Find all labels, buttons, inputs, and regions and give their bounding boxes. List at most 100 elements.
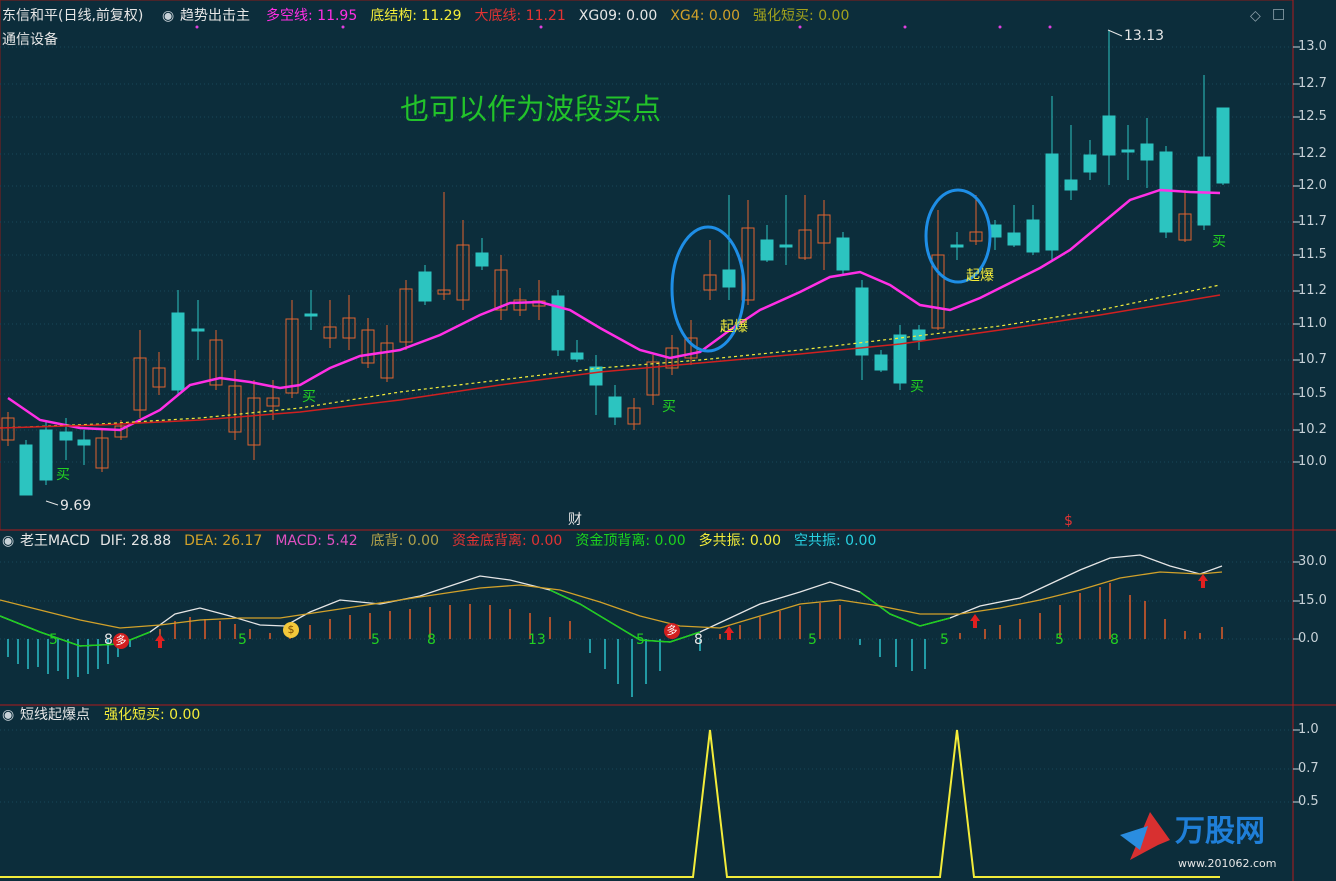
axis-tick-label: 15.0 [1298, 593, 1327, 608]
candle-body [608, 396, 622, 418]
chart-canvas[interactable] [0, 0, 1336, 881]
legend-item: 多共振: 0.00 [698, 533, 782, 549]
high-price-label: 13.13 [1124, 28, 1165, 44]
candle-body [191, 328, 205, 332]
signal-dot [341, 25, 345, 29]
duo-badge: 多 [113, 633, 129, 649]
legend-item: DIF: 28.88 [100, 533, 172, 549]
annotation-text: 也可以作为波段买点 [400, 92, 662, 126]
macd-count-label: 8 [427, 632, 436, 648]
candle-body [1140, 143, 1154, 161]
sub-legend-value: 0.00 [169, 707, 201, 723]
macd-count-label: 5 [371, 632, 380, 648]
signal-dot [195, 25, 199, 29]
money-bag-icon: $ [283, 622, 299, 638]
sub-name[interactable]: 短线起爆点 [20, 707, 90, 723]
candle-body [418, 271, 432, 302]
axis-tick-label: 10.0 [1298, 454, 1327, 469]
macd-collapse-icon[interactable]: ◉ [2, 533, 14, 549]
axis-tick-label: 1.0 [1298, 722, 1319, 737]
candle-body [19, 444, 33, 496]
candle-body [912, 329, 926, 341]
indicator-name[interactable]: 趋势出击主 [180, 8, 250, 24]
macd-count-label: 8 [1110, 632, 1119, 648]
axis-tick-label: 12.7 [1298, 76, 1327, 91]
candle-body [570, 352, 584, 360]
signal-dot [798, 25, 802, 29]
macd-count-label: 5 [49, 632, 58, 648]
boom-label: 起爆 [720, 319, 748, 335]
legend-item: 多空线: 11.95 [266, 8, 358, 24]
candle-body [1026, 219, 1040, 253]
legend-item: XG4: 0.00 [670, 8, 741, 24]
axis-tick-label: 0.0 [1298, 631, 1319, 646]
signal-dot [998, 25, 1002, 29]
period-label: (日线,前复权) [58, 8, 144, 24]
axis-tick-label: 30.0 [1298, 554, 1327, 569]
candle-body [77, 439, 91, 446]
legend-item: DEA: 26.17 [184, 533, 263, 549]
candle-body [1045, 153, 1059, 251]
candle-body [722, 269, 736, 288]
axis-tick-label: 12.5 [1298, 109, 1327, 124]
main-legend: 多空线: 11.95 底结构: 11.29 大底线: 11.21 XG09: 0.00… [266, 8, 862, 24]
up-arrow-icon [724, 626, 734, 640]
up-arrow-icon [970, 614, 980, 628]
legend-item: 底结构: 11.29 [370, 8, 462, 24]
legend-item: 大底线: 11.21 [474, 8, 566, 24]
candle-body [551, 295, 565, 351]
macd-count-label: 8 [104, 632, 113, 648]
axis-tick-label: 10.2 [1298, 422, 1327, 437]
finance-marker[interactable]: 财 [568, 512, 582, 528]
candle-body [59, 431, 73, 441]
sub-legend: 强化短买: 0.00 [104, 707, 201, 723]
maximize-icon[interactable]: □ [1272, 6, 1285, 22]
macd-count-label: 8 [694, 632, 703, 648]
indicator-collapse-icon[interactable]: ◉ [162, 8, 174, 24]
candle-body [1102, 115, 1116, 156]
axis-tick-label: 13.0 [1298, 39, 1327, 54]
chart-window[interactable]: 东信和平(日线,前复权) ◉ 趋势出击主 多空线: 11.95 底结构: 11.2… [0, 0, 1336, 881]
sub-legend-label: 强化短买 [104, 707, 160, 723]
diamond-icon[interactable]: ◇ [1250, 8, 1261, 24]
legend-item: 资金底背离: 0.00 [451, 533, 563, 549]
candle-body [39, 429, 53, 481]
watermark-brand: 万股网 [1175, 814, 1265, 849]
candle-body [304, 313, 318, 317]
candle-body [874, 354, 888, 371]
sub-collapse-icon[interactable]: ◉ [2, 707, 14, 723]
candle-body [1197, 156, 1211, 226]
axis-tick-label: 11.0 [1298, 316, 1327, 331]
up-arrow-icon [155, 634, 165, 648]
macd-count-label: 5 [1055, 632, 1064, 648]
buy-label: 买 [662, 399, 676, 415]
boom-signal-line [0, 729, 1220, 878]
axis-tick-label: 11.2 [1298, 283, 1327, 298]
axis-tick-label: 11.5 [1298, 247, 1327, 262]
candle-body [1159, 151, 1173, 233]
candle-body [1216, 107, 1230, 184]
candle-body [589, 366, 603, 386]
macd-count-label: 13 [528, 632, 546, 648]
axis-tick-label: 0.5 [1298, 794, 1319, 809]
legend-item: XG09: 0.00 [578, 8, 658, 24]
signal-dot [539, 25, 543, 29]
candle-body [855, 287, 869, 356]
axis-tick-label: 12.2 [1298, 146, 1327, 161]
dividend-marker[interactable]: $ [1064, 513, 1073, 529]
axis-tick-label: 11.7 [1298, 214, 1327, 229]
axis-tick-label: 10.5 [1298, 386, 1327, 401]
candle-body [1007, 232, 1021, 246]
main-panel-border [0, 0, 1294, 531]
macd-count-label: 5 [636, 632, 645, 648]
legend-item: 资金顶背离: 0.00 [575, 533, 686, 549]
candle-body [760, 239, 774, 261]
candle-body [1121, 149, 1135, 153]
candle-body [475, 252, 489, 267]
macd-name[interactable]: 老王MACD [20, 533, 90, 549]
legend-item: 底背: 0.00 [370, 533, 439, 549]
candle-body [171, 312, 185, 391]
macd-legend: DIF: 28.88 DEA: 26.17 MACD: 5.42 底背: 0.00 资金… [100, 533, 889, 549]
axis-tick-label: 12.0 [1298, 178, 1327, 193]
pointer-line [45, 500, 59, 506]
